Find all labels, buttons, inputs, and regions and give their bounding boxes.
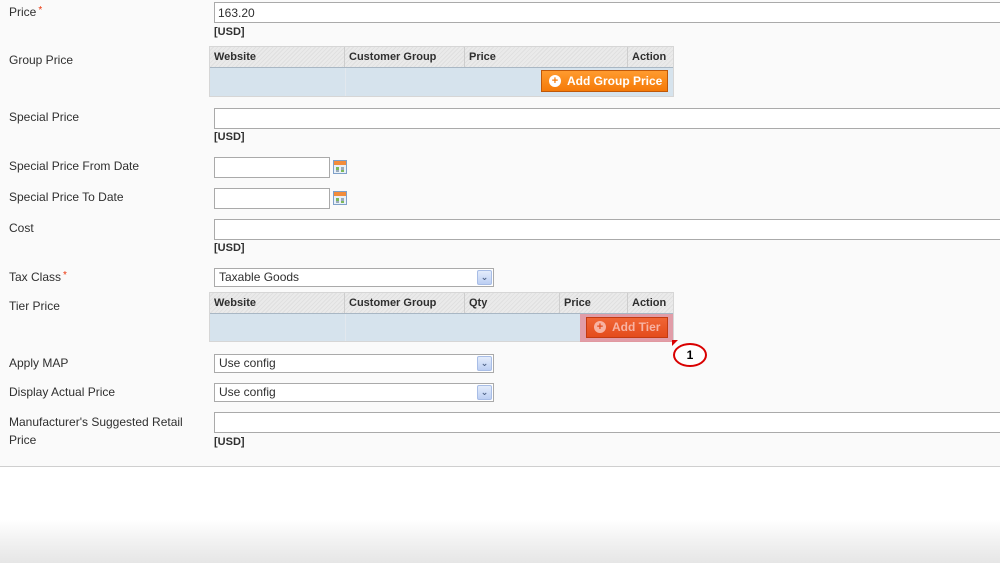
callout-pointer (672, 340, 678, 346)
column-header-action: Action (632, 297, 667, 309)
prices-panel: Price* [USD] Group Price Website Custome… (0, 0, 1000, 467)
msrp-label: Manufacturer's Suggested Retail Price (9, 413, 183, 449)
plus-icon: + (594, 321, 606, 333)
msrp-input[interactable] (214, 412, 1000, 433)
special-price-input[interactable] (214, 108, 1000, 129)
chevron-down-icon: ⌄ (477, 385, 492, 400)
msrp-currency: [USD] (214, 436, 245, 448)
required-mark: * (38, 5, 43, 16)
column-header-price: Price (465, 47, 628, 67)
display-actual-price-label: Display Actual Price (9, 385, 116, 399)
price-label: Price * (9, 3, 42, 23)
cost-label: Cost (9, 221, 34, 235)
column-header-action: Action (632, 51, 667, 63)
price-label-text: Price (9, 5, 37, 19)
tax-class-label: Tax Class * (9, 268, 67, 288)
price-input[interactable] (214, 2, 1000, 23)
tier-price-grid-header: Website Customer Group Qty Price Action (210, 293, 673, 314)
display-actual-price-select[interactable]: Use config ⌄ (214, 383, 494, 402)
msrp-label-line1: Manufacturer's Suggested Retail (9, 415, 183, 429)
calendar-icon[interactable] (333, 191, 347, 205)
apply-map-select[interactable]: Use config ⌄ (214, 354, 494, 373)
column-header-website: Website (210, 47, 345, 67)
required-mark: * (63, 270, 67, 281)
special-from-date-input[interactable] (214, 157, 330, 178)
column-divider (345, 68, 346, 96)
step-callout: 1 (673, 343, 707, 367)
cost-input[interactable] (214, 219, 1000, 240)
add-group-price-button[interactable]: + Add Group Price (541, 70, 668, 92)
price-currency: [USD] (214, 26, 245, 38)
apply-map-label: Apply MAP (9, 356, 69, 370)
chevron-down-icon: ⌄ (477, 356, 492, 371)
special-to-date-input[interactable] (214, 188, 330, 209)
tier-price-label: Tier Price (9, 299, 60, 313)
msrp-label-line2: Price (9, 433, 37, 447)
chevron-down-icon: ⌄ (477, 270, 492, 285)
add-group-price-label: Add Group Price (567, 74, 663, 88)
add-tier-button[interactable]: + Add Tier (586, 317, 668, 338)
column-header-website: Website (210, 293, 345, 313)
cost-currency: [USD] (214, 242, 245, 254)
tax-class-selected: Taxable Goods (219, 270, 300, 284)
plus-icon: + (549, 75, 561, 87)
column-divider (345, 314, 346, 341)
apply-map-selected: Use config (219, 356, 276, 370)
special-from-date-label: Special Price From Date (9, 159, 140, 173)
column-header-price: Price (560, 293, 628, 313)
group-price-label: Group Price (9, 53, 74, 67)
column-header-customer-group: Customer Group (345, 293, 465, 313)
tax-class-label-text: Tax Class (9, 270, 62, 284)
display-actual-price-selected: Use config (219, 385, 276, 399)
calendar-icon[interactable] (333, 160, 347, 174)
special-price-label: Special Price (9, 110, 80, 124)
add-tier-label: Add Tier (612, 320, 661, 334)
tax-class-select[interactable]: Taxable Goods ⌄ (214, 268, 494, 287)
special-price-currency: [USD] (214, 131, 245, 143)
special-to-date-label: Special Price To Date (9, 190, 124, 204)
group-price-grid: Website Customer Group Price Action + Ad… (209, 46, 674, 97)
column-header-qty: Qty (465, 293, 560, 313)
column-header-customer-group: Customer Group (345, 47, 465, 67)
group-price-grid-header: Website Customer Group Price Action (210, 47, 673, 68)
